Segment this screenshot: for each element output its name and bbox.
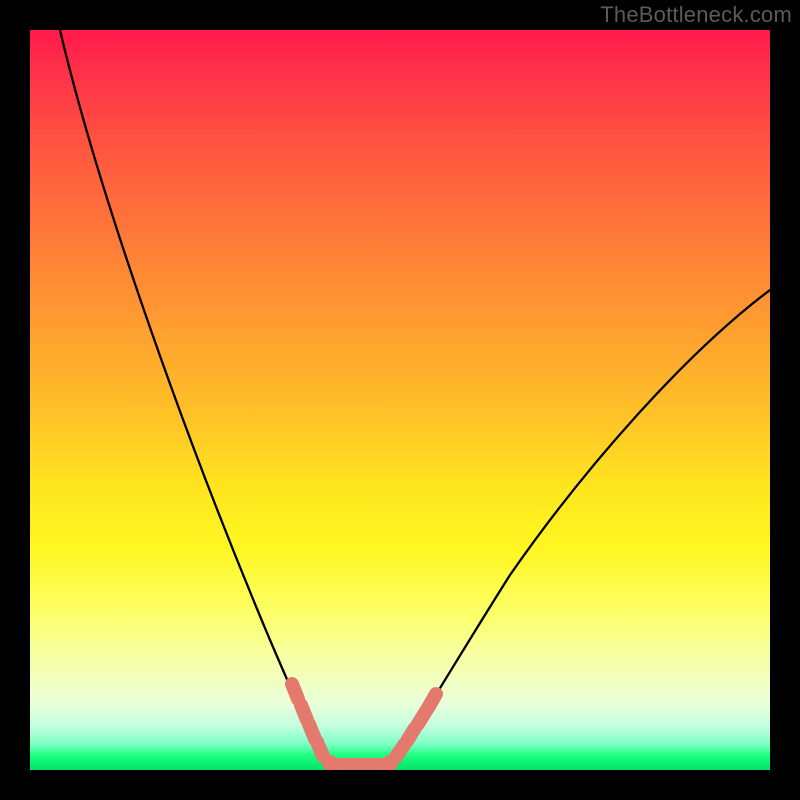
plot-area xyxy=(30,30,770,770)
marker-dot xyxy=(396,745,404,757)
curve-layer xyxy=(30,30,770,770)
marker-group xyxy=(292,684,436,770)
marker-dot xyxy=(428,694,436,708)
marker-dot xyxy=(292,684,298,699)
marker-dot xyxy=(407,728,415,741)
marker-dot xyxy=(317,742,323,756)
curve-left xyxy=(60,30,330,765)
curve-right xyxy=(390,290,770,765)
chart-frame: TheBottleneck.com xyxy=(0,0,800,800)
watermark-text: TheBottleneck.com xyxy=(600,2,792,28)
